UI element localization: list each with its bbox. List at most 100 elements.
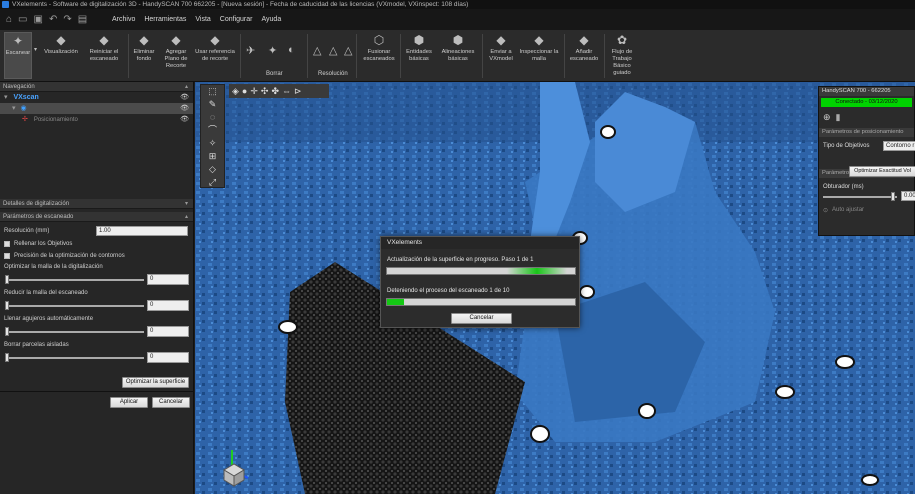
send-vxmodel-button[interactable]: ◆ Enviar a VXmodel	[486, 32, 516, 79]
home-icon[interactable]: ⌂	[6, 14, 12, 25]
optimize-volume-button[interactable]: Optimizar Exactitud Vol	[849, 166, 915, 177]
undo-icon[interactable]: ↶	[49, 14, 57, 25]
save-icon[interactable]: ▣	[34, 14, 43, 25]
menu-archivo[interactable]: Archivo	[112, 16, 135, 23]
auto-adjust-icon[interactable]: ⊙	[823, 207, 828, 214]
menu-vista[interactable]: Vista	[195, 16, 210, 23]
slider-thumb[interactable]	[5, 275, 9, 284]
basic-alignments-button[interactable]: ⬢ Alineaciones básicas	[438, 32, 478, 79]
workflow-icon: ✿	[616, 33, 628, 47]
select-through-icon[interactable]: ⊞	[201, 150, 224, 163]
targets-type-select[interactable]: Contorno r	[883, 141, 915, 151]
resolution-3-icon[interactable]: △	[344, 44, 352, 57]
optimize-surface-button[interactable]: Optimizar la superficie	[122, 377, 189, 388]
resolution-2-icon[interactable]: △	[329, 44, 337, 57]
visualization-button[interactable]: ◆ Visualización	[42, 32, 80, 79]
fill-holes-slider[interactable]: 0	[0, 324, 193, 340]
shutter-value[interactable]: 0.00	[901, 191, 915, 201]
select-brush-icon[interactable]: ✎	[201, 98, 224, 111]
select-lasso-icon[interactable]: ◌	[201, 111, 224, 124]
details-header[interactable]: Detalles de digitalización ▾	[0, 199, 193, 209]
slider-track[interactable]	[6, 357, 144, 359]
contour-precision-checkbox[interactable]: Precisión de la optimización de contorno…	[0, 250, 193, 262]
view-expand-icon[interactable]: ✤	[271, 86, 279, 97]
inspect-mesh-button[interactable]: ◆ Inspeccionar la malla	[518, 32, 560, 79]
reset-scan-button[interactable]: ◆ Reiniciar el escaneado	[84, 32, 124, 79]
resolution-input[interactable]: 1.00	[96, 226, 188, 236]
view-arrows-icon[interactable]: ✣	[261, 86, 269, 97]
inspect-mesh-icon: ◆	[534, 33, 544, 47]
optimize-mesh-slider[interactable]: 0	[0, 272, 193, 288]
checkbox-box[interactable]	[4, 241, 10, 247]
slider-thumb[interactable]	[5, 353, 9, 362]
orientation-cube-icon[interactable]	[220, 448, 250, 488]
remove-background-button[interactable]: ◆ Eliminar fondo	[132, 32, 156, 79]
clipping-plane-button[interactable]: ◆ Agregar Plano de Recorte	[160, 32, 192, 79]
select-invert-icon[interactable]: ⤢	[201, 176, 224, 189]
slider-thumb[interactable]	[5, 301, 9, 310]
slider-value[interactable]: 0	[147, 300, 189, 311]
menu-ayuda[interactable]: Ayuda	[261, 16, 281, 23]
slider-value[interactable]: 0	[147, 274, 189, 285]
expand-icon[interactable]: ▾	[4, 94, 8, 101]
collapse-icon[interactable]: ▴	[185, 82, 188, 92]
fill-targets-checkbox[interactable]: Rellenar los Objetivos	[0, 238, 193, 250]
redo-icon[interactable]: ↷	[63, 14, 71, 25]
optimize-mesh-label: Optimizar la malla de la digitalización	[4, 264, 103, 270]
remove-patches-slider[interactable]: 0	[0, 350, 193, 366]
reduce-mesh-slider[interactable]: 0	[0, 298, 193, 314]
slider-track[interactable]	[6, 305, 144, 307]
expand-arrow-icon[interactable]: ▾	[185, 199, 188, 209]
scan-button[interactable]: ✦ Escanear	[4, 32, 32, 79]
laser-target-icon[interactable]: ⊕	[823, 112, 831, 123]
auto-adjust-row[interactable]: ⊙ Auto ajustar	[819, 204, 914, 216]
erase-tool-3-icon[interactable]: ◐	[288, 44, 295, 56]
select-polyline-icon[interactable]: ⌒	[201, 124, 224, 137]
open-folder-icon[interactable]: ▭	[18, 14, 27, 25]
slider-value[interactable]: 0	[147, 326, 189, 337]
erase-tool-2-icon[interactable]: ✦	[268, 44, 277, 57]
apply-button[interactable]: Aplicar	[110, 397, 148, 408]
shutter-slider[interactable]: 0.00	[819, 190, 915, 204]
expand-icon[interactable]: ▾	[12, 105, 16, 112]
scanner-mode-icon[interactable]: ▮	[836, 112, 841, 123]
menu-configurar[interactable]: Configurar	[220, 16, 253, 23]
select-region-icon[interactable]: ◇	[201, 163, 224, 176]
erase-tool-1-icon[interactable]: ✈	[246, 44, 255, 57]
tree-item-positioning[interactable]: ✢ Posicionamiento 👁	[0, 114, 193, 125]
scan-dropdown-icon[interactable]: ▾	[34, 46, 37, 53]
visibility-eye-icon[interactable]: 👁	[180, 103, 189, 114]
slider-track[interactable]	[823, 196, 897, 198]
view-fit-icon[interactable]: ⇔	[282, 86, 291, 96]
slider-thumb[interactable]	[891, 192, 895, 201]
basic-entities-button[interactable]: ⬢ Entidades básicas	[404, 32, 434, 79]
scan-params-header[interactable]: Parámetros de escaneado ▴	[0, 212, 193, 222]
dialog-cancel-button[interactable]: Cancelar	[451, 313, 512, 324]
slider-thumb[interactable]	[5, 327, 9, 336]
add-scan-button[interactable]: ◆ Añadir escaneado	[568, 32, 600, 79]
progress-marquee	[507, 268, 567, 274]
positioning-params-header[interactable]: Parámetros de posicionamiento	[819, 128, 914, 137]
cancel-button[interactable]: Cancelar	[152, 397, 190, 408]
slider-track[interactable]	[6, 331, 144, 333]
tree-item-vxscan[interactable]: ▾ VXscan 👁	[0, 92, 193, 103]
view-mode-icon[interactable]: ◈	[232, 86, 239, 97]
select-rectangle-icon[interactable]: ⬚	[201, 85, 224, 98]
visibility-eye-icon[interactable]: 👁	[180, 92, 189, 103]
guided-workflow-button[interactable]: ✿ Flujo de Trabajo Básico guiado	[608, 32, 636, 79]
slider-value[interactable]: 0	[147, 352, 189, 363]
checkbox-box[interactable]	[4, 253, 10, 259]
menu-herramientas[interactable]: Herramientas	[144, 16, 186, 23]
slider-track[interactable]	[6, 279, 144, 281]
visibility-eye-icon[interactable]: 👁	[180, 114, 189, 125]
select-freeform-icon[interactable]: ✧	[201, 137, 224, 150]
view-options-icon[interactable]: ⊳	[294, 86, 302, 97]
merge-scans-button[interactable]: ⬡ Fusionar escaneados	[362, 32, 396, 79]
resolution-1-icon[interactable]: △	[313, 44, 321, 57]
clip-reference-button[interactable]: ◆ Usar referencia de recorte	[194, 32, 236, 79]
print-icon[interactable]: ▤	[78, 14, 87, 25]
render-sphere-icon[interactable]: ●	[242, 86, 247, 96]
collapse-arrow-icon[interactable]: ▴	[185, 212, 188, 222]
tree-item-scan[interactable]: ▾ ◉ 👁	[0, 103, 193, 114]
axis-cross-icon[interactable]: ✛	[250, 86, 258, 97]
